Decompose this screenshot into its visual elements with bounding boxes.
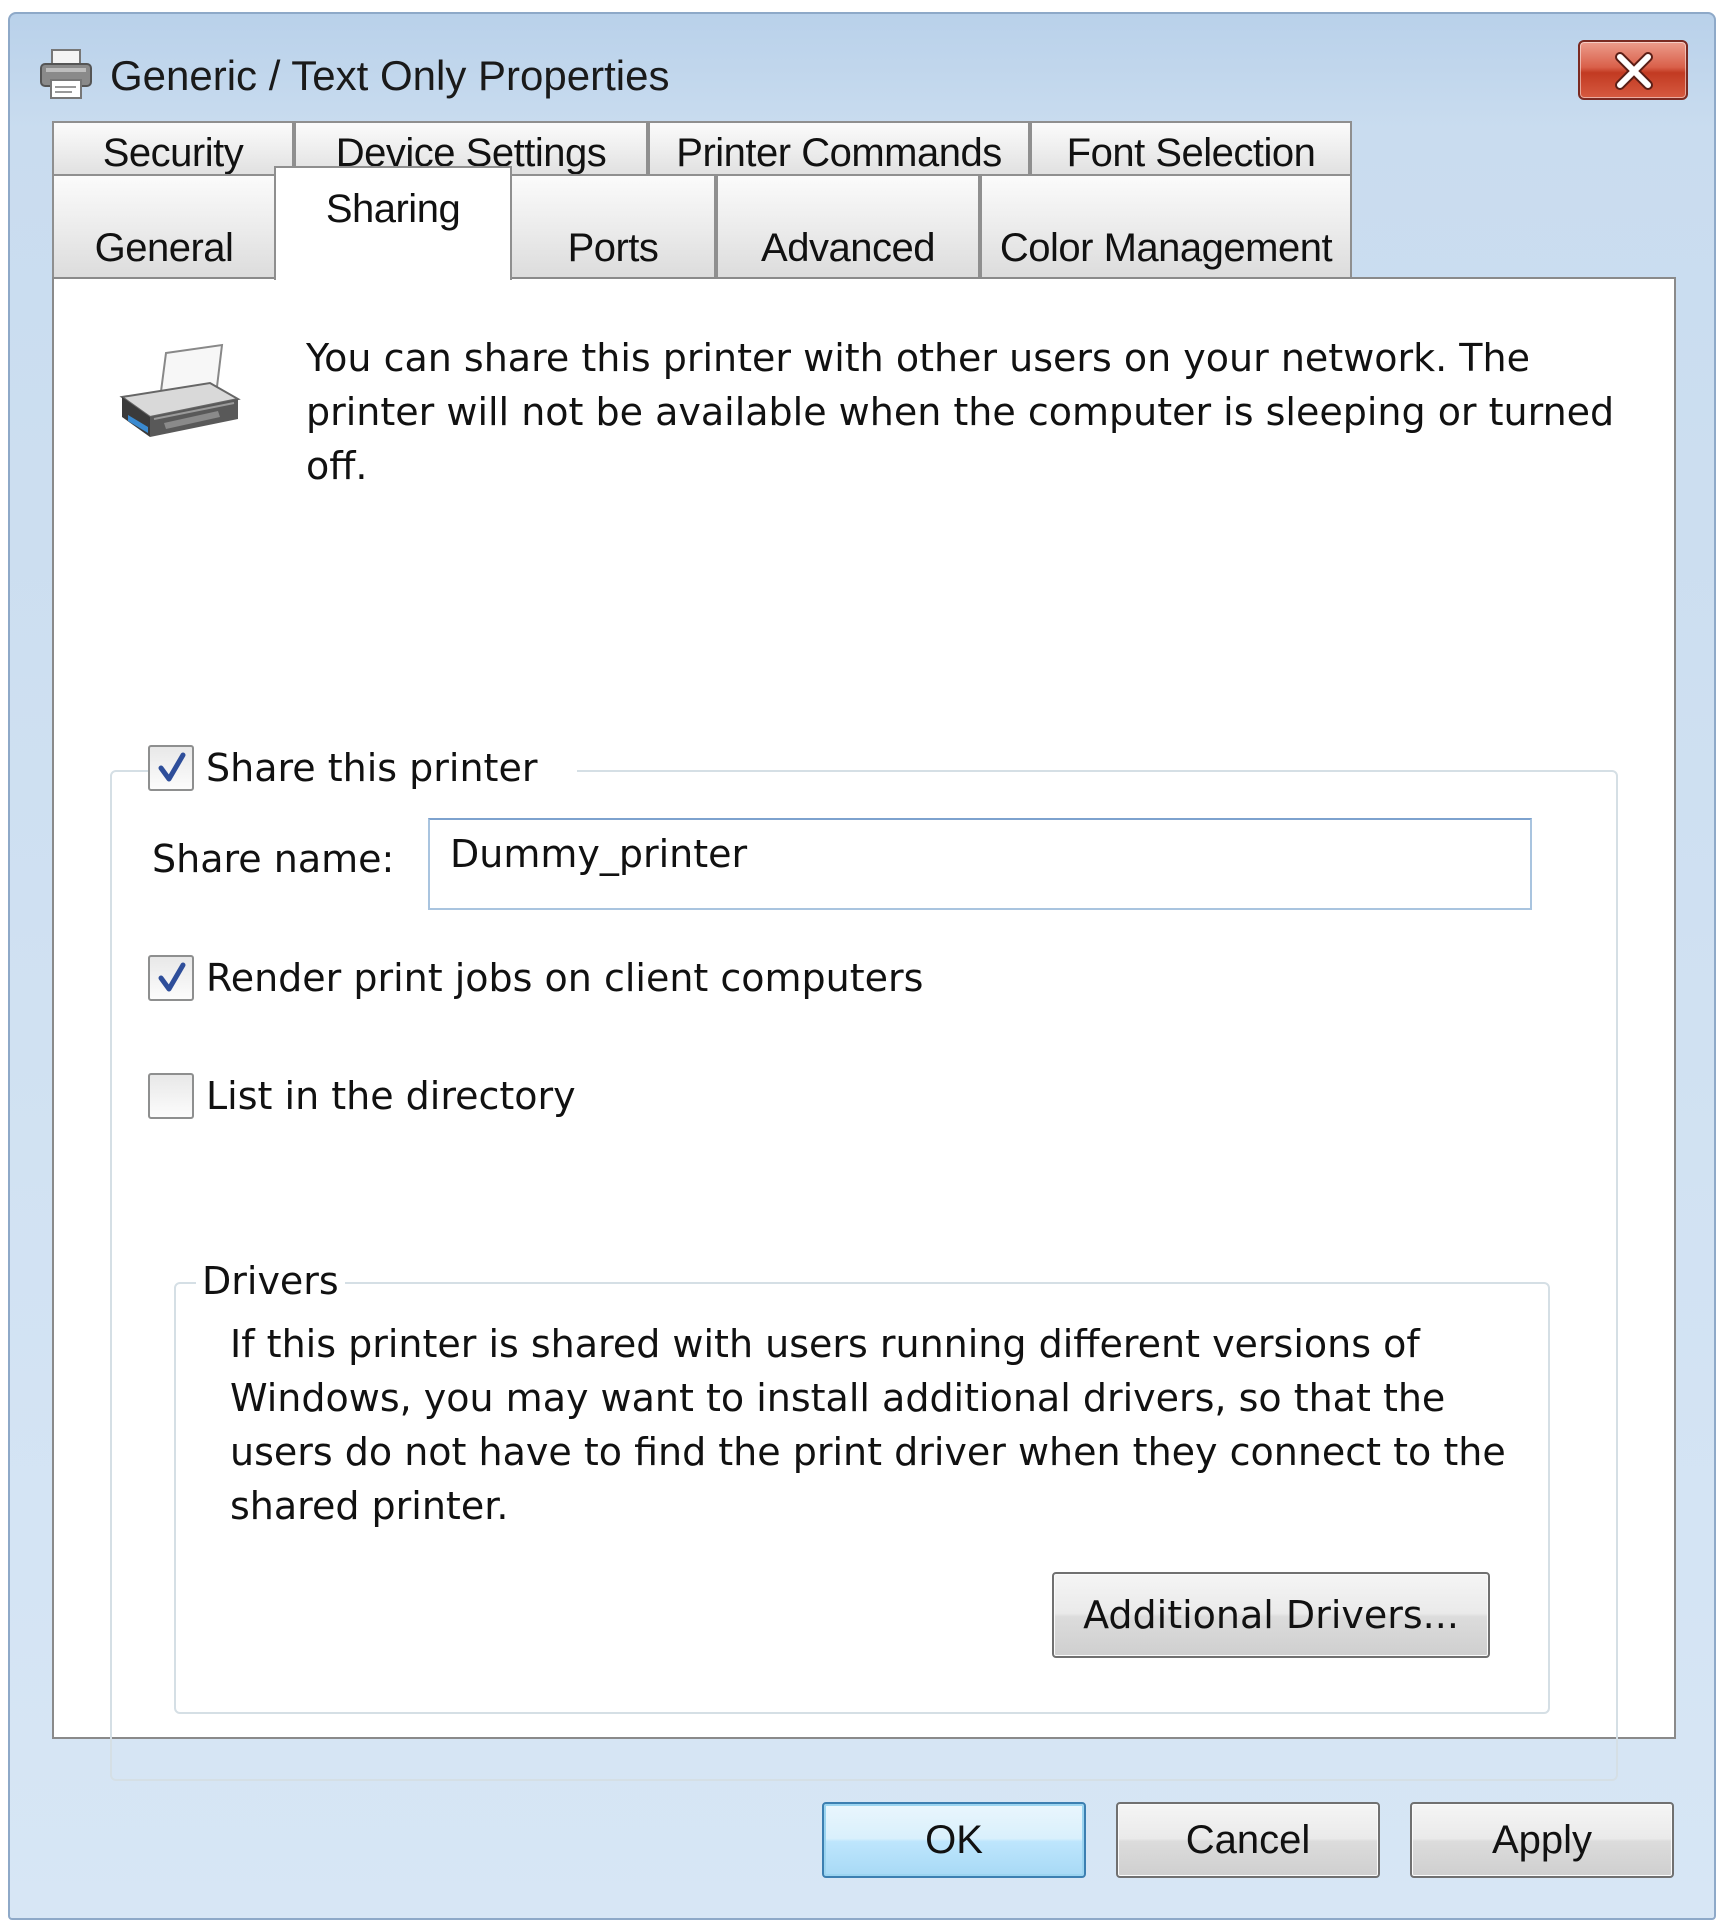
window-title: Generic / Text Only Properties: [110, 52, 670, 99]
ok-label: OK: [925, 1817, 983, 1862]
cancel-button[interactable]: Cancel: [1116, 1802, 1380, 1878]
share-name-input[interactable]: Dummy_printer: [428, 818, 1532, 910]
tab-label: Ports: [567, 225, 659, 270]
tab-label: Printer Commands: [676, 130, 1002, 175]
render-jobs-label: Render print jobs on client computers: [206, 956, 924, 1000]
tab-sharing[interactable]: Sharing: [274, 166, 512, 280]
share-printer-checkbox[interactable]: Share this printer: [148, 745, 578, 791]
tab-color-management[interactable]: Color Management: [980, 174, 1352, 278]
printer-icon: [114, 339, 244, 449]
tab-advanced[interactable]: Advanced: [716, 174, 980, 278]
close-button[interactable]: [1578, 40, 1688, 100]
properties-dialog: Generic / Text Only Properties Security …: [8, 12, 1716, 1920]
tab-label: Advanced: [761, 225, 935, 270]
title-bar[interactable]: Generic / Text Only Properties: [10, 14, 1714, 114]
tab-ports[interactable]: Ports: [510, 174, 716, 278]
checkbox-checked[interactable]: [148, 955, 194, 1001]
drivers-legend: Drivers: [196, 1259, 345, 1303]
checkbox-checked[interactable]: [148, 745, 194, 791]
render-jobs-checkbox[interactable]: Render print jobs on client computers: [148, 955, 924, 1001]
tab-label: Font Selection: [1066, 130, 1316, 175]
ok-button[interactable]: OK: [822, 1802, 1086, 1878]
printer-icon: [38, 48, 94, 100]
apply-label: Apply: [1491, 1817, 1593, 1862]
list-directory-checkbox[interactable]: List in the directory: [148, 1073, 576, 1119]
tab-label: Sharing: [325, 186, 461, 231]
checkbox-unchecked[interactable]: [148, 1073, 194, 1119]
tab-label: Color Management: [999, 225, 1333, 270]
additional-drivers-label: Additional Drivers...: [1083, 1593, 1459, 1637]
tab-general[interactable]: General: [52, 174, 276, 278]
cancel-label: Cancel: [1185, 1817, 1311, 1862]
tab-label: General: [94, 225, 234, 270]
share-printer-label: Share this printer: [206, 746, 538, 790]
sharing-panel: You can share this printer with other us…: [52, 277, 1676, 1781]
apply-button[interactable]: Apply: [1410, 1802, 1674, 1878]
tab-label: Security: [102, 130, 244, 175]
sharing-description: You can share this printer with other us…: [306, 336, 1615, 488]
list-directory-label: List in the directory: [206, 1074, 576, 1118]
additional-drivers-button[interactable]: Additional Drivers...: [1052, 1572, 1490, 1658]
share-name-label: Share name:: [152, 837, 395, 881]
drivers-description: If this printer is shared with users run…: [230, 1322, 1506, 1528]
